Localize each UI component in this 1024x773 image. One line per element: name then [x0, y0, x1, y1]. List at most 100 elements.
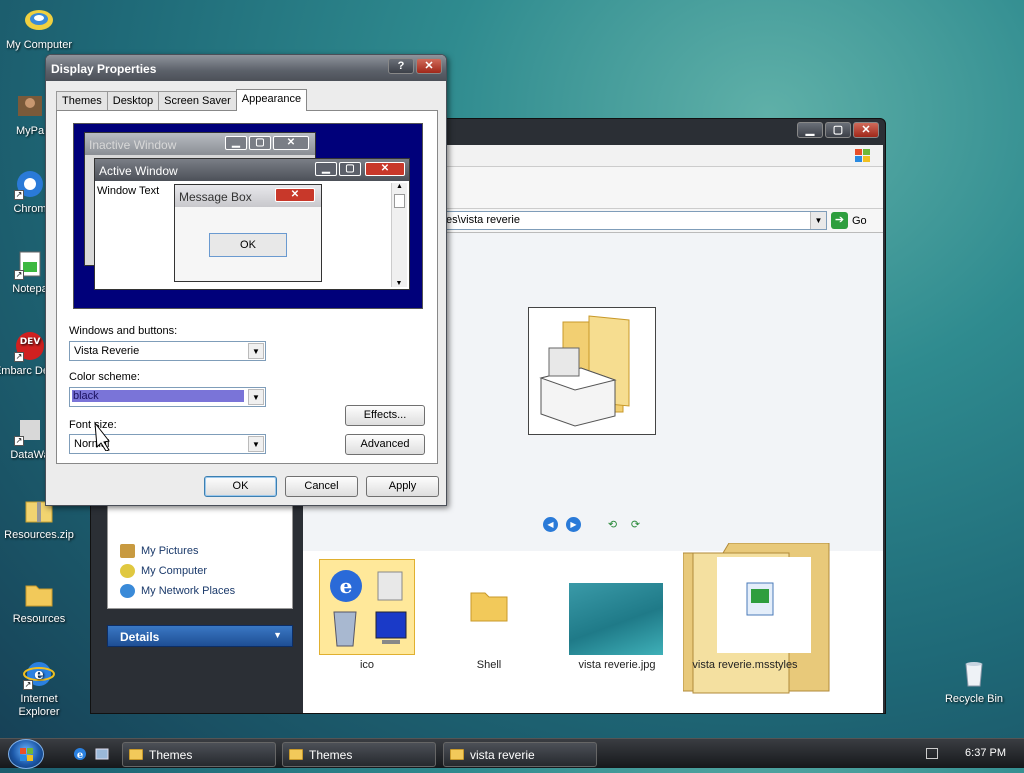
active-window-title: Active Window: [95, 159, 409, 181]
close-icon: ✕: [273, 136, 309, 150]
chrome-icon: ↗: [14, 168, 46, 200]
windows-buttons-label: Windows and buttons:: [69, 325, 178, 337]
desktop-icon-label: Chrom: [13, 203, 47, 215]
explorer-menu-bar: [441, 145, 883, 167]
minimize-icon: ▁: [315, 162, 337, 176]
taskbar-button-label: Themes: [149, 747, 193, 762]
address-input[interactable]: es\vista reverie ▼: [441, 211, 827, 230]
close-icon: ✕: [365, 162, 405, 176]
window-text: Window Text: [97, 185, 160, 197]
next-image-button[interactable]: ▶: [566, 517, 581, 532]
desktop-icon-label: MyPa: [15, 125, 45, 137]
internet-explorer-icon[interactable]: e: [72, 746, 88, 762]
ok-button[interactable]: OK: [204, 476, 277, 497]
taskbar: e Themes Themes vista reverie 6:37 PM: [0, 738, 1024, 769]
effects-button[interactable]: Effects...: [345, 405, 425, 426]
folder-icon: [289, 749, 303, 760]
printer-folder-icon: [539, 315, 630, 427]
help-button[interactable]: ?: [388, 58, 414, 74]
shortcut-arrow-icon: ↗: [23, 680, 33, 690]
svg-text:DEV: DEV: [20, 337, 41, 347]
close-button[interactable]: ✕: [853, 122, 879, 138]
close-icon: ✕: [275, 188, 315, 202]
maximize-button[interactable]: ▢: [825, 122, 851, 138]
file-thumb-msstyles[interactable]: [682, 542, 833, 703]
color-scheme-label: Color scheme:: [69, 371, 140, 383]
start-button[interactable]: [8, 739, 44, 769]
rotate-counterclockwise-button[interactable]: ⟳: [628, 519, 643, 531]
task-label: My Pictures: [141, 545, 199, 557]
apply-button[interactable]: Apply: [366, 476, 439, 497]
task-my-network-places[interactable]: My Network Places: [120, 584, 235, 598]
internet-explorer-icon: e ↗: [23, 658, 55, 690]
show-desktop-icon[interactable]: [94, 746, 110, 762]
msstyles-file-icon: [682, 542, 830, 694]
previous-image-button[interactable]: ◀: [543, 517, 558, 532]
preview-message-box: Message Box ✕ OK: [174, 184, 322, 282]
icon-collection-icon: e: [330, 570, 407, 647]
tab-screen-saver[interactable]: Screen Saver: [158, 91, 237, 111]
desktop-icon-label: Recycle Bin: [944, 693, 1004, 705]
preview-nav-controls: ◀ ▶ ⟲ ⟳: [543, 517, 643, 532]
windows-buttons-value: Vista Reverie: [74, 345, 140, 357]
tab-appearance[interactable]: Appearance: [235, 89, 308, 111]
desktop-icon-my-computer[interactable]: My Computer: [1, 4, 77, 52]
color-scheme-select[interactable]: black ▼: [69, 387, 266, 407]
clock[interactable]: 6:37 PM: [965, 747, 1006, 759]
taskbar-button-vista-reverie[interactable]: vista reverie: [443, 742, 597, 767]
advanced-button[interactable]: Advanced: [345, 434, 425, 455]
file-thumb-vista-jpg[interactable]: [569, 583, 663, 655]
pictures-icon: [120, 544, 135, 558]
scroll-up-icon: ▲: [396, 183, 403, 190]
color-scheme-value: black: [72, 390, 244, 402]
svg-text:e: e: [340, 574, 353, 598]
shortcut-arrow-icon: ↗: [14, 190, 24, 200]
chevron-down-icon[interactable]: ▼: [810, 212, 826, 229]
windows-flag-icon: [855, 149, 870, 162]
desktop-icon-label: Resources: [12, 613, 66, 625]
windows-buttons-select[interactable]: Vista Reverie ▼: [69, 341, 266, 361]
details-label: Details: [120, 630, 160, 644]
go-button[interactable]: ➔ Go: [831, 211, 867, 230]
task-my-pictures[interactable]: My Pictures: [120, 544, 198, 558]
preview-scrollbar: ▲ ▼: [391, 183, 407, 287]
task-my-computer[interactable]: My Computer: [120, 564, 207, 578]
folder-icon: [470, 592, 508, 622]
chevron-down-icon[interactable]: ▼: [248, 436, 264, 452]
computer-icon: [120, 564, 135, 578]
keyboard-tray-icon[interactable]: [926, 748, 938, 759]
display-properties-dialog[interactable]: Display Properties ? ✕ Themes Desktop Sc…: [45, 54, 447, 506]
dialog-title-bar[interactable]: Display Properties ? ✕: [46, 55, 446, 81]
image-preview: [528, 307, 656, 435]
chevron-down-icon[interactable]: ▼: [248, 389, 264, 405]
tab-themes[interactable]: Themes: [56, 91, 108, 111]
desktop-icon-label: Resources.zip: [4, 529, 74, 541]
pictures-folder-icon: [14, 90, 46, 122]
cancel-button[interactable]: Cancel: [285, 476, 358, 497]
folder-icon: [23, 578, 55, 610]
tab-desktop[interactable]: Desktop: [106, 91, 160, 111]
desktop-icon-recycle-bin[interactable]: Recycle Bin: [936, 658, 1012, 706]
desktop-icon-resources[interactable]: Resources: [1, 578, 77, 626]
go-arrow-icon: ➔: [831, 212, 848, 229]
file-thumb-shell[interactable]: [441, 559, 537, 655]
taskbar-button-themes-1[interactable]: Themes: [122, 742, 276, 767]
rotate-clockwise-button[interactable]: ⟲: [605, 519, 620, 531]
desktop-icon-internet-explorer[interactable]: e ↗ Internet Explorer: [1, 658, 77, 719]
task-label: My Network Places: [141, 585, 236, 597]
desktop-icon-label: Notepa: [12, 283, 48, 295]
go-label: Go: [852, 214, 867, 227]
chevron-down-icon[interactable]: ▼: [248, 343, 264, 359]
dialog-tabs: Themes Desktop Screen Saver Appearance: [56, 89, 308, 111]
chevron-down-icon: ▼: [273, 630, 282, 640]
taskbar-button-themes-2[interactable]: Themes: [282, 742, 436, 767]
computer-icon: [23, 4, 55, 36]
close-button[interactable]: ✕: [416, 58, 442, 74]
file-thumb-ico[interactable]: e: [319, 559, 415, 655]
minimize-button[interactable]: ▁: [797, 122, 823, 138]
address-text: es\vista reverie: [446, 214, 520, 226]
details-header[interactable]: Details ▼: [107, 625, 293, 647]
network-icon: [120, 584, 135, 598]
svg-text:e: e: [77, 750, 83, 761]
datawarrior-icon: ↗: [14, 414, 46, 446]
